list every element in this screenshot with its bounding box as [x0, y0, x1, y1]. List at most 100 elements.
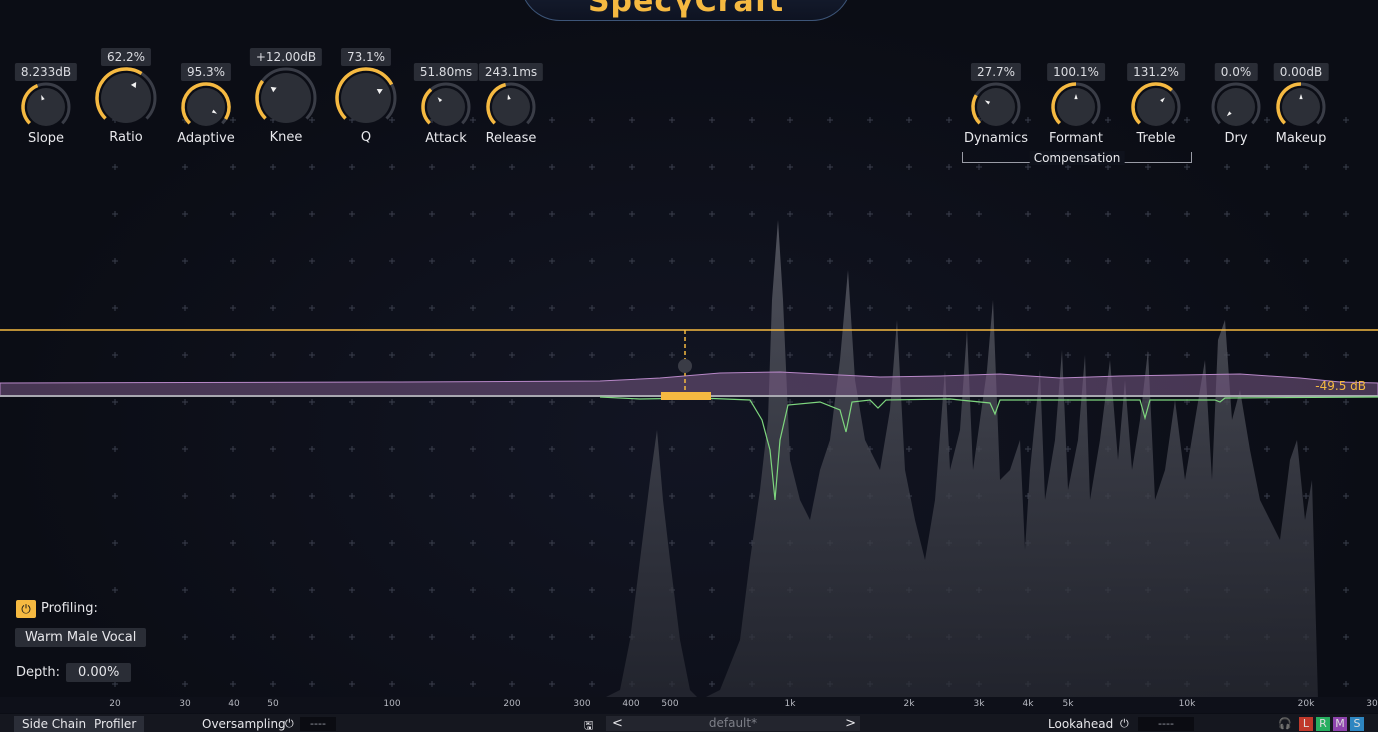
input-spectrum: [600, 220, 1318, 700]
makeup-knob[interactable]: 0.00dB Makeup: [1261, 63, 1341, 183]
release-label: Release: [485, 131, 537, 146]
ratio-knob[interactable]: 62.2% Ratio: [86, 48, 166, 168]
formant-dial[interactable]: [1036, 81, 1116, 133]
q-dial[interactable]: [326, 66, 406, 130]
attack-value[interactable]: 51.80ms: [413, 63, 479, 81]
profiler-button[interactable]: Profiler: [86, 716, 145, 732]
save-icon[interactable]: 🖫: [584, 717, 593, 732]
dry-value[interactable]: 0.0%: [1214, 63, 1258, 81]
logo: SpecγCraft: [520, 0, 852, 21]
knob-body: [977, 88, 1015, 126]
dynamics-dial[interactable]: [956, 81, 1036, 133]
slope-knob[interactable]: 8.233dB Slope: [6, 63, 86, 183]
treble-dial[interactable]: [1116, 81, 1196, 133]
makeup-value[interactable]: 0.00dB: [1273, 63, 1329, 81]
freq-tick-label: 40: [228, 699, 240, 709]
adaptive-dial[interactable]: [166, 81, 246, 133]
slope-value[interactable]: 8.233dB: [14, 63, 78, 81]
knob-body: [427, 88, 465, 126]
formant-knob[interactable]: 100.1% Formant: [1036, 63, 1116, 183]
freq-tick-label: 3k: [973, 699, 985, 709]
channel-button-s[interactable]: S: [1350, 717, 1364, 731]
freq-tick-label: 20: [109, 699, 121, 709]
frequency-axis: 20 30 40 50 100 200 300 400 500 1k 2k 3k 4k 5k 10k 20k 3…: [0, 697, 1378, 713]
headphones-icon[interactable]: 🎧: [1278, 717, 1292, 730]
freq-tick-label: 50: [267, 699, 279, 709]
knee-dial[interactable]: [246, 66, 326, 130]
freq-tick-label: 30: [1366, 699, 1378, 709]
release-knob[interactable]: 243.1ms Release: [471, 63, 551, 183]
depth-label: Depth:: [16, 665, 60, 680]
dynamics-label: Dynamics: [963, 131, 1029, 146]
adaptive-knob[interactable]: 95.3% Adaptive: [166, 63, 246, 183]
knob-body: [1217, 88, 1255, 126]
band-marker-handle[interactable]: [661, 392, 711, 400]
release-value[interactable]: 243.1ms: [478, 63, 544, 81]
oversampling-power-icon[interactable]: ⏻: [285, 717, 294, 731]
preset-name[interactable]: default*: [606, 716, 860, 731]
channel-button-m[interactable]: M: [1333, 717, 1347, 731]
slope-dial[interactable]: [6, 81, 86, 133]
headphones-icon[interactable]: [678, 359, 692, 373]
plugin-window: -49.5 dB SpecγCraft 8.233dB Slope 62.2% Rat…: [0, 0, 1378, 732]
side-chain-button[interactable]: Side Chain: [14, 716, 95, 732]
channel-button-l[interactable]: L: [1299, 717, 1313, 731]
knob-body: [187, 88, 225, 126]
compensation-label: Compensation: [1029, 151, 1125, 165]
knob-body: [261, 73, 311, 123]
knee-knob[interactable]: +12.00dB Knee: [246, 48, 326, 168]
lookahead-label: Lookahead: [1048, 717, 1114, 731]
knob-body: [101, 73, 151, 123]
freq-tick-label: 500: [661, 699, 679, 709]
treble-label: Treble: [1136, 131, 1176, 146]
freq-tick-label: 400: [622, 699, 640, 709]
ratio-dial[interactable]: [86, 66, 166, 130]
q-value[interactable]: 73.1%: [340, 48, 392, 66]
power-icon[interactable]: ⏻: [16, 600, 36, 618]
dynamics-knob[interactable]: 27.7% Dynamics: [956, 63, 1036, 183]
adaptive-value[interactable]: 95.3%: [180, 63, 232, 81]
knee-label: Knee: [269, 130, 303, 145]
freq-tick-label: 300: [573, 699, 591, 709]
knob-body: [1057, 88, 1095, 126]
depth-value[interactable]: 0.00%: [66, 663, 132, 682]
ratio-label: Ratio: [109, 130, 143, 145]
knob-body: [341, 73, 391, 123]
knee-value[interactable]: +12.00dB: [249, 48, 323, 66]
makeup-dial[interactable]: [1261, 81, 1341, 133]
next-preset-icon[interactable]: >: [845, 716, 856, 731]
adaptive-label: Adaptive: [177, 131, 235, 146]
freq-tick-label: 4k: [1022, 699, 1034, 709]
profile-preset-select[interactable]: Warm Male Vocal: [15, 628, 147, 647]
treble-knob[interactable]: 131.2% Treble: [1116, 63, 1196, 183]
knob-body: [27, 88, 65, 126]
threshold-value: -49.5 dB: [1315, 379, 1366, 393]
freq-tick-label: 2k: [903, 699, 915, 709]
slope-label: Slope: [27, 131, 65, 146]
freq-tick-label: 200: [503, 699, 521, 709]
logo-text: SpecγCraft: [587, 0, 785, 19]
formant-value[interactable]: 100.1%: [1047, 63, 1105, 81]
ratio-value[interactable]: 62.2%: [100, 48, 152, 66]
release-dial[interactable]: [471, 81, 551, 133]
knob-body: [492, 88, 530, 126]
lookahead-select[interactable]: ----: [1138, 717, 1194, 731]
dynamics-value[interactable]: 27.7%: [970, 63, 1022, 81]
q-knob[interactable]: 73.1% Q: [326, 48, 406, 168]
oversampling-label: Oversampling: [202, 717, 286, 731]
preset-bar: < default* >: [606, 716, 860, 731]
channel-button-r[interactable]: R: [1316, 717, 1330, 731]
freq-tick-label: 5k: [1062, 699, 1074, 709]
knob-body: [1137, 88, 1175, 126]
makeup-label: Makeup: [1275, 131, 1327, 146]
freq-tick-label: 20k: [1297, 699, 1315, 709]
treble-value[interactable]: 131.2%: [1127, 63, 1185, 81]
formant-label: Formant: [1048, 131, 1104, 146]
freq-tick-label: 1k: [784, 699, 796, 709]
profiling-title: Profiling:: [41, 601, 98, 616]
oversampling-select[interactable]: ----: [300, 717, 336, 731]
bottom-bar: Side Chain Profiler Oversampling ⏻ ---- …: [0, 714, 1378, 732]
freq-tick-label: 100: [383, 699, 401, 709]
lookahead-power-icon[interactable]: ⏻: [1120, 717, 1129, 731]
q-label: Q: [360, 130, 372, 145]
